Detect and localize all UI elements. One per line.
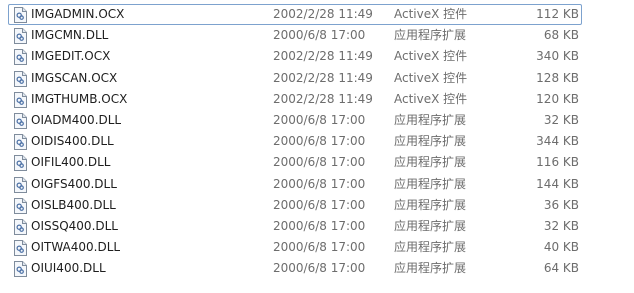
file-icon <box>14 112 27 129</box>
file-name: OIDIS400.DLL <box>31 134 114 149</box>
file-size: 112 KB <box>536 7 579 21</box>
file-name: IMGEDIT.OCX <box>31 49 111 64</box>
file-size: 32 KB <box>543 112 579 127</box>
file-name: OITWA400.DLL <box>31 240 121 255</box>
file-row[interactable]: IMGEDIT.OCX 2002/2/28 11:49 ActiveX 控件 3… <box>8 46 582 67</box>
file-size: 36 KB <box>543 197 579 212</box>
file-row[interactable]: OISLB400.DLL 2000/6/8 17:00 应用程序扩展 36 KB <box>8 195 582 216</box>
file-row[interactable]: IMGCMN.DLL 2000/6/8 17:00 应用程序扩展 68 KB <box>8 25 582 46</box>
file-icon <box>14 218 27 235</box>
file-name: OIGFS400.DLL <box>31 176 117 191</box>
file-icon <box>14 261 27 278</box>
file-row[interactable]: OIADM400.DLL 2000/6/8 17:00 应用程序扩展 32 KB <box>8 110 582 131</box>
file-date-modified: 2000/6/8 17:00 <box>273 155 366 170</box>
file-icon <box>14 70 27 87</box>
file-type: 应用程序扩展 <box>394 112 467 127</box>
file-list: IMGADMIN.OCX 2002/2/28 11:49 ActiveX 控件 … <box>8 4 582 279</box>
file-row[interactable]: OIDIS400.DLL 2000/6/8 17:00 应用程序扩展 344 K… <box>8 131 582 152</box>
file-icon <box>14 28 27 45</box>
file-type: 应用程序扩展 <box>394 155 467 170</box>
file-type: ActiveX 控件 <box>394 91 468 106</box>
file-size: 144 KB <box>536 176 579 191</box>
file-name: OISSQ400.DLL <box>31 218 118 233</box>
file-icon <box>14 49 27 66</box>
file-date-modified: 2000/6/8 17:00 <box>273 218 366 233</box>
file-icon <box>14 176 27 193</box>
file-type: ActiveX 控件 <box>394 49 468 64</box>
file-row[interactable]: OIFIL400.DLL 2000/6/8 17:00 应用程序扩展 116 K… <box>8 152 582 173</box>
file-date-modified: 2000/6/8 17:00 <box>273 261 366 276</box>
file-date-modified: 2000/6/8 17:00 <box>273 28 366 43</box>
file-name: IMGTHUMB.OCX <box>31 91 128 106</box>
file-type: 应用程序扩展 <box>394 261 467 276</box>
file-name: IMGSCAN.OCX <box>31 70 118 85</box>
file-icon <box>14 197 27 214</box>
file-icon <box>14 7 27 23</box>
file-type: ActiveX 控件 <box>394 7 468 21</box>
file-type: 应用程序扩展 <box>394 134 467 149</box>
file-size: 344 KB <box>536 134 579 149</box>
file-name: OIFIL400.DLL <box>31 155 111 170</box>
file-row[interactable]: IMGSCAN.OCX 2002/2/28 11:49 ActiveX 控件 1… <box>8 68 582 89</box>
file-icon <box>14 91 27 108</box>
file-icon <box>14 155 27 172</box>
file-date-modified: 2000/6/8 17:00 <box>273 112 366 127</box>
file-date-modified: 2002/2/28 11:49 <box>273 7 373 21</box>
file-row[interactable]: IMGADMIN.OCX 2002/2/28 11:49 ActiveX 控件 … <box>8 4 582 26</box>
file-date-modified: 2002/2/28 11:49 <box>273 91 373 106</box>
file-name: OIADM400.DLL <box>31 112 122 127</box>
file-name: OISLB400.DLL <box>31 197 116 212</box>
file-row[interactable]: OITWA400.DLL 2000/6/8 17:00 应用程序扩展 40 KB <box>8 237 582 258</box>
file-type: ActiveX 控件 <box>394 70 468 85</box>
file-row[interactable]: OIGFS400.DLL 2000/6/8 17:00 应用程序扩展 144 K… <box>8 174 582 195</box>
file-type: 应用程序扩展 <box>394 197 467 212</box>
file-type: 应用程序扩展 <box>394 218 467 233</box>
file-name: IMGADMIN.OCX <box>31 7 125 21</box>
file-size: 68 KB <box>543 28 579 43</box>
file-size: 32 KB <box>543 218 579 233</box>
file-name: IMGCMN.DLL <box>31 28 109 43</box>
file-row[interactable]: OISSQ400.DLL 2000/6/8 17:00 应用程序扩展 32 KB <box>8 216 582 237</box>
file-size: 40 KB <box>543 240 579 255</box>
file-size: 120 KB <box>536 91 579 106</box>
file-icon <box>14 134 27 151</box>
file-size: 116 KB <box>536 155 579 170</box>
file-date-modified: 2000/6/8 17:00 <box>273 197 366 212</box>
file-icon <box>14 240 27 257</box>
file-row[interactable]: OIUI400.DLL 2000/6/8 17:00 应用程序扩展 64 KB <box>8 258 582 279</box>
file-size: 64 KB <box>543 261 579 276</box>
file-type: 应用程序扩展 <box>394 28 467 43</box>
file-type: 应用程序扩展 <box>394 240 467 255</box>
file-type: 应用程序扩展 <box>394 176 467 191</box>
file-date-modified: 2002/2/28 11:49 <box>273 70 373 85</box>
file-date-modified: 2000/6/8 17:00 <box>273 134 366 149</box>
file-size: 340 KB <box>536 49 579 64</box>
file-size: 128 KB <box>536 70 579 85</box>
file-name: OIUI400.DLL <box>31 261 106 276</box>
file-date-modified: 2002/2/28 11:49 <box>273 49 373 64</box>
file-date-modified: 2000/6/8 17:00 <box>273 176 366 191</box>
file-date-modified: 2000/6/8 17:00 <box>273 240 366 255</box>
file-row[interactable]: IMGTHUMB.OCX 2002/2/28 11:49 ActiveX 控件 … <box>8 89 582 110</box>
